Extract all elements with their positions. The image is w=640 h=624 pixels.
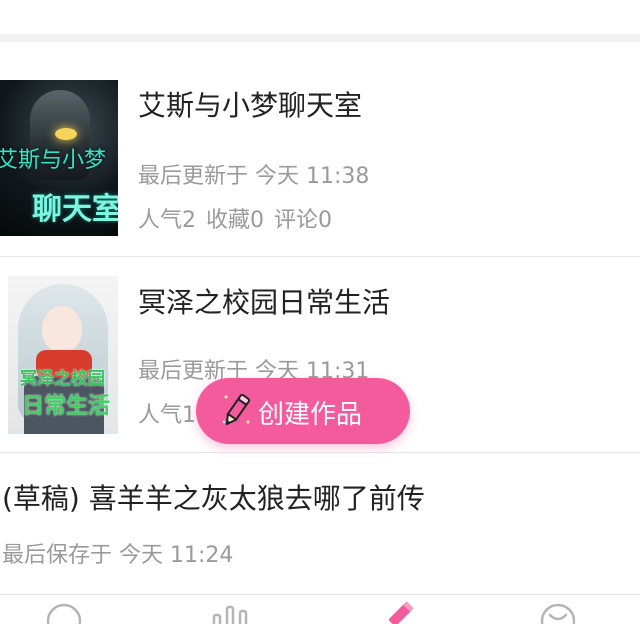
draft-item[interactable]: (草稿) 喜羊羊之灰太狼去哪了前传 最后保存于 今天 11:24 [0, 453, 640, 591]
app-root: 艾斯与小梦 聊天室 艾斯与小梦聊天室 最后更新于 今天 11:38 人气2 收藏0… [0, 0, 640, 624]
cover-caption-large: 聊天室 [32, 192, 118, 227]
create-work-button[interactable]: 创建作品 [196, 378, 410, 444]
cover-figure-eye [55, 128, 77, 140]
work-cover-image: 艾斯与小梦 聊天室 [0, 80, 118, 236]
work-item[interactable]: 艾斯与小梦 聊天室 艾斯与小梦聊天室 最后更新于 今天 11:38 人气2 收藏0… [0, 42, 640, 256]
cover-figure-face [42, 306, 82, 352]
tab-messages[interactable] [44, 601, 84, 624]
work-updated-time: 最后更新于 今天 11:38 [138, 164, 370, 189]
cover-caption: 艾斯与小梦 [0, 148, 107, 173]
bar-chart-icon [212, 605, 248, 624]
create-work-label: 创建作品 [258, 400, 363, 430]
profile-icon [540, 603, 576, 624]
pencil-icon [389, 601, 414, 624]
cover-caption-large: 日常生活 [22, 394, 111, 419]
work-stats: 人气2 收藏0 评论0 [138, 202, 342, 234]
popularity-count: 人气1 [138, 403, 196, 428]
draft-title: (草稿) 喜羊羊之灰太狼去哪了前传 [2, 482, 425, 515]
comments-count: 评论0 [274, 208, 332, 233]
top-header-area [0, 0, 640, 34]
section-divider [0, 34, 640, 42]
cover-caption: 冥泽之校园 [20, 369, 105, 389]
tab-rankings[interactable] [210, 601, 250, 624]
work-title: 冥泽之校园日常生活 [138, 286, 391, 319]
work-cover-image: 冥泽之校园 日常生活 [8, 276, 118, 434]
bottom-tab-bar [0, 594, 640, 624]
chat-bubble-icon [46, 603, 82, 624]
favorites-count: 收藏0 [206, 208, 264, 233]
tab-profile[interactable] [538, 601, 578, 624]
popularity-count: 人气2 [138, 208, 196, 233]
work-title: 艾斯与小梦聊天室 [138, 89, 363, 122]
pencil-icon [222, 393, 251, 426]
draft-saved-time: 最后保存于 今天 11:24 [2, 543, 234, 568]
tab-create[interactable] [376, 601, 416, 624]
